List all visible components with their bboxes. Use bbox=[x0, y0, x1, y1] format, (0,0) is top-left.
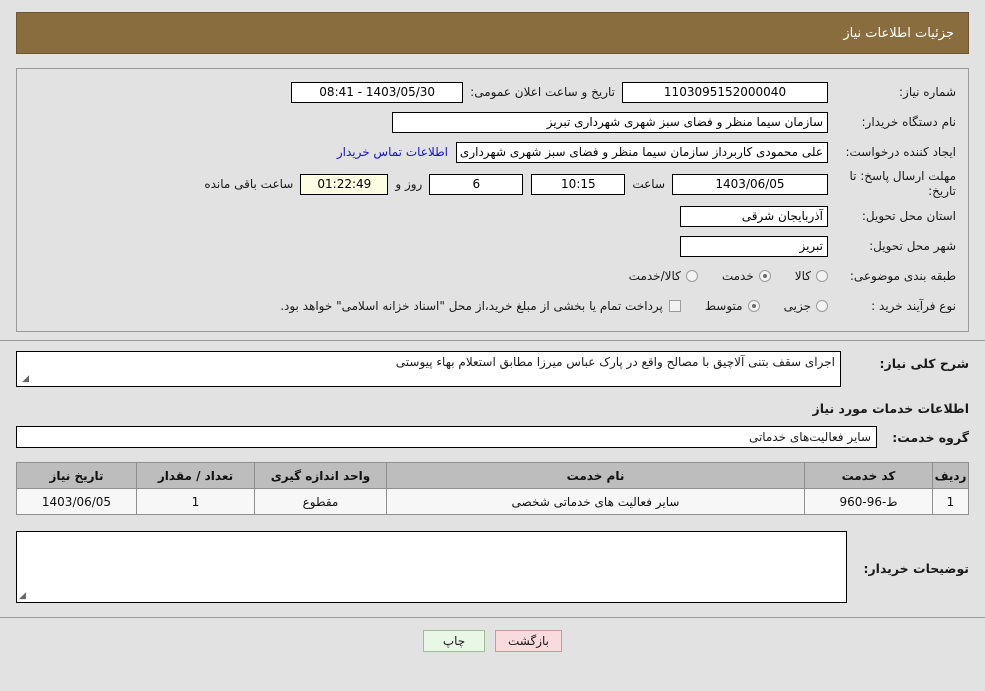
subject-category-option-label: کالا bbox=[794, 269, 811, 283]
treasury-bond-note: پرداخت تمام یا بخشی از مبلغ خرید،از محل … bbox=[280, 299, 663, 313]
treasury-bond-checkbox[interactable] bbox=[668, 300, 681, 312]
services-table-col-5: تاریخ نیاز bbox=[16, 462, 137, 489]
delivery-city-label: شهر محل تحویل: bbox=[869, 238, 956, 253]
purchase-process-option-label: جزیی bbox=[783, 299, 811, 313]
buyer-org-field[interactable]: سازمان سیما منظر و فضای سبز شهری شهرداری… bbox=[392, 111, 828, 133]
need-number-label: شماره نیاز: bbox=[899, 84, 956, 99]
page-title-bar: جزئیات اطلاعات نیاز bbox=[16, 12, 969, 54]
resize-grip-icon[interactable]: ◢ bbox=[19, 375, 29, 385]
services-table-col-2: نام خدمت bbox=[386, 462, 805, 489]
announce-date-label: تاریخ و ساعت اعلان عمومی: bbox=[470, 85, 615, 99]
cell-unit: مقطوع bbox=[254, 488, 387, 515]
need-info-panel: شماره نیاز: 1103095152000040 تاریخ و ساع… bbox=[16, 68, 969, 332]
footer-button-bar: بازگشت چاپ bbox=[0, 618, 985, 652]
cell-code: ط-96-960 bbox=[804, 488, 933, 515]
services-table-body: 1 ط-96-960 سایر فعالیت های خدماتی شخصی مقطو… bbox=[16, 488, 969, 515]
services-table-header-row: ردیف کد خدمت نام خدمت واحد اندازه گیری تعداد… bbox=[16, 462, 969, 489]
back-button[interactable]: بازگشت bbox=[495, 630, 562, 652]
deadline-hour-label: ساعت bbox=[632, 177, 665, 191]
subject-category-option-label: کالا/خدمت bbox=[628, 269, 681, 283]
header-wrap: جزئیات اطلاعات نیاز bbox=[0, 0, 985, 54]
buyer-notes-label: توضیحات خریدار: bbox=[863, 561, 969, 576]
purchase-process-option-0[interactable]: جزیی bbox=[784, 299, 828, 313]
purchase-process-radio-group[interactable]: جزیی متوسط bbox=[681, 299, 828, 313]
announce-date-field[interactable]: 1403/05/30 - 08:41 bbox=[291, 81, 464, 103]
subject-category-option-1[interactable]: خدمت bbox=[722, 269, 771, 283]
cell-row-no: 1 bbox=[932, 488, 969, 515]
services-table-col-1: کد خدمت bbox=[804, 462, 933, 489]
buyer-notes-textarea[interactable]: ◢ bbox=[16, 531, 847, 603]
row-buyer-org: نام دستگاه خریدار: سازمان سیما منظر و فض… bbox=[29, 109, 956, 135]
service-group-field[interactable]: سایر فعالیت‌های خدماتی bbox=[16, 426, 877, 448]
page-root: جزئیات اطلاعات نیاز شماره نیاز: 11030951… bbox=[0, 0, 985, 691]
row-delivery-city: شهر محل تحویل: تبریز bbox=[29, 233, 956, 259]
services-table-col-3: واحد اندازه گیری bbox=[254, 462, 387, 489]
buyer-notes-row: توضیحات خریدار: ◢ bbox=[16, 531, 969, 603]
remaining-hours-label: ساعت باقی مانده bbox=[204, 177, 294, 191]
subject-category-option-0[interactable]: کالا bbox=[795, 269, 828, 283]
row-request-creator: ایجاد کننده درخواست: علی محمودی کاربرداز… bbox=[29, 139, 956, 165]
purchase-process-option-label: متوسط bbox=[704, 299, 743, 313]
radio-icon[interactable] bbox=[747, 300, 760, 312]
row-need-number: شماره نیاز: 1103095152000040 تاریخ و ساع… bbox=[29, 79, 956, 105]
deadline-date-field[interactable]: 1403/06/05 bbox=[672, 173, 828, 195]
response-deadline-label: مهلت ارسال پاسخ: تا تاریخ: bbox=[849, 169, 956, 198]
request-creator-label: ایجاد کننده درخواست: bbox=[845, 144, 956, 159]
buyer-org-label: نام دستگاه خریدار: bbox=[861, 114, 957, 129]
purchase-process-label: نوع فرآیند خرید : bbox=[871, 298, 956, 313]
general-description-value: اجرای سقف بتنی آلاچیق با مصالح واقع در پ… bbox=[395, 355, 835, 369]
row-response-deadline: مهلت ارسال پاسخ: تا تاریخ: 1403/06/05 سا… bbox=[29, 169, 956, 199]
delivery-city-field[interactable]: تبریز bbox=[680, 235, 828, 257]
cell-name: سایر فعالیت های خدماتی شخصی bbox=[386, 488, 805, 515]
purchase-process-option-1[interactable]: متوسط bbox=[705, 299, 760, 313]
services-table-col-4: تعداد / مقدار bbox=[136, 462, 255, 489]
subject-category-radio-group[interactable]: کالا خدمت کالا/خدمت bbox=[605, 269, 828, 283]
print-button[interactable]: چاپ bbox=[423, 630, 485, 652]
resize-grip-icon[interactable]: ◢ bbox=[19, 592, 26, 601]
cell-need-date: 1403/06/05 bbox=[16, 488, 137, 515]
subject-category-option-label: خدمت bbox=[721, 269, 754, 283]
remaining-days-field[interactable]: 6 bbox=[429, 173, 524, 195]
radio-icon[interactable] bbox=[816, 270, 828, 282]
service-group-label: گروه خدمت: bbox=[892, 429, 969, 445]
panel-divider bbox=[0, 340, 985, 341]
general-description-section: شرح کلی نیاز: اجرای سقف بتنی آلاچیق با م… bbox=[16, 351, 969, 387]
need-number-field[interactable]: 1103095152000040 bbox=[622, 81, 828, 103]
radio-icon[interactable] bbox=[758, 270, 771, 282]
table-row: 1 ط-96-960 سایر فعالیت های خدماتی شخصی مقطو… bbox=[16, 488, 969, 515]
services-table-wrap: ردیف کد خدمت نام خدمت واحد اندازه گیری تعداد… bbox=[16, 462, 969, 515]
buyer-contact-link[interactable]: اطلاعات تماس خریدار bbox=[329, 145, 456, 159]
general-description-textarea[interactable]: اجرای سقف بتنی آلاچیق با مصالح واقع در پ… bbox=[16, 351, 841, 387]
radio-icon[interactable] bbox=[685, 270, 698, 282]
general-description-label: شرح کلی نیاز: bbox=[879, 356, 969, 371]
countdown-timer-field: 01:22:49 bbox=[300, 173, 389, 195]
subject-category-option-2[interactable]: کالا/خدمت bbox=[629, 269, 698, 283]
delivery-province-label: استان محل تحویل: bbox=[861, 208, 956, 223]
remaining-days-label: روز و bbox=[395, 177, 423, 191]
subject-category-label: طبقه بندی موضوعی: bbox=[849, 268, 956, 283]
request-creator-field[interactable]: علی محمودی کاربرداز سازمان سیما منظر و ف… bbox=[456, 141, 828, 163]
delivery-province-field[interactable]: آذربایجان شرقی bbox=[680, 205, 828, 227]
services-section-title: اطلاعات خدمات مورد نیاز bbox=[812, 401, 970, 416]
row-purchase-process: نوع فرآیند خرید : جزیی متوسط پرداخت تمام … bbox=[29, 293, 956, 319]
services-table: ردیف کد خدمت نام خدمت واحد اندازه گیری تعداد… bbox=[16, 462, 969, 515]
row-service-group: گروه خدمت: سایر فعالیت‌های خدماتی bbox=[16, 426, 969, 448]
cell-qty: 1 bbox=[136, 488, 255, 515]
page-title: جزئیات اطلاعات نیاز bbox=[843, 25, 954, 41]
services-table-col-0: ردیف bbox=[932, 462, 969, 489]
row-delivery-province: استان محل تحویل: آذربایجان شرقی bbox=[29, 203, 956, 229]
radio-icon[interactable] bbox=[816, 300, 828, 312]
row-subject-category: طبقه بندی موضوعی: کالا خدمت کالا/خدمت bbox=[29, 263, 956, 289]
deadline-hour-field[interactable]: 10:15 bbox=[531, 173, 626, 195]
